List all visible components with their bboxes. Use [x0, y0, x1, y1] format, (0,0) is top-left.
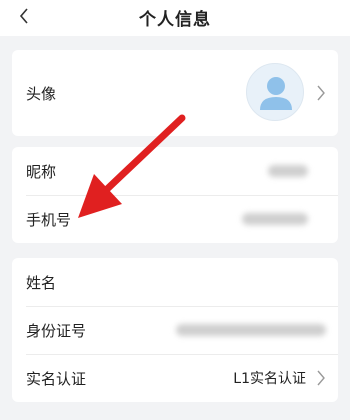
real-name-verification-row[interactable]: 实名认证 L1实名认证: [12, 354, 338, 402]
user-avatar-icon[interactable]: [246, 63, 304, 121]
verification-label: 实名认证: [26, 369, 87, 388]
chevron-right-icon: [317, 85, 325, 101]
id-number-label: 身份证号: [26, 321, 87, 340]
name-label: 姓名: [26, 273, 57, 292]
phone-row[interactable]: 手机号: [12, 195, 338, 243]
page-title: 个人信息: [139, 10, 211, 30]
identity-card: 姓名 身份证号 实名认证 L1实名认证: [12, 258, 338, 402]
id-number-value-blurred: [176, 324, 326, 336]
phone-label: 手机号: [26, 210, 72, 229]
id-number-row[interactable]: 身份证号: [12, 306, 338, 354]
account-card: 昵称 手机号: [12, 147, 338, 243]
nickname-label: 昵称: [26, 162, 57, 181]
verification-status: L1实名认证: [233, 371, 306, 387]
nickname-value-blurred: [268, 165, 308, 177]
avatar-label: 头像: [26, 84, 57, 103]
nickname-row[interactable]: 昵称: [12, 147, 338, 195]
name-row[interactable]: 姓名: [12, 258, 338, 306]
chevron-right-icon: [317, 370, 325, 386]
phone-value-blurred: [242, 213, 308, 225]
avatar-card: 头像: [12, 50, 338, 136]
avatar-row[interactable]: 头像: [12, 50, 338, 136]
nav-bar: 个人信息: [0, 0, 350, 36]
personal-info-page: 个人信息 头像 昵称 手机号 姓名 身份证号 实名认证 L1实名认证: [0, 0, 350, 420]
